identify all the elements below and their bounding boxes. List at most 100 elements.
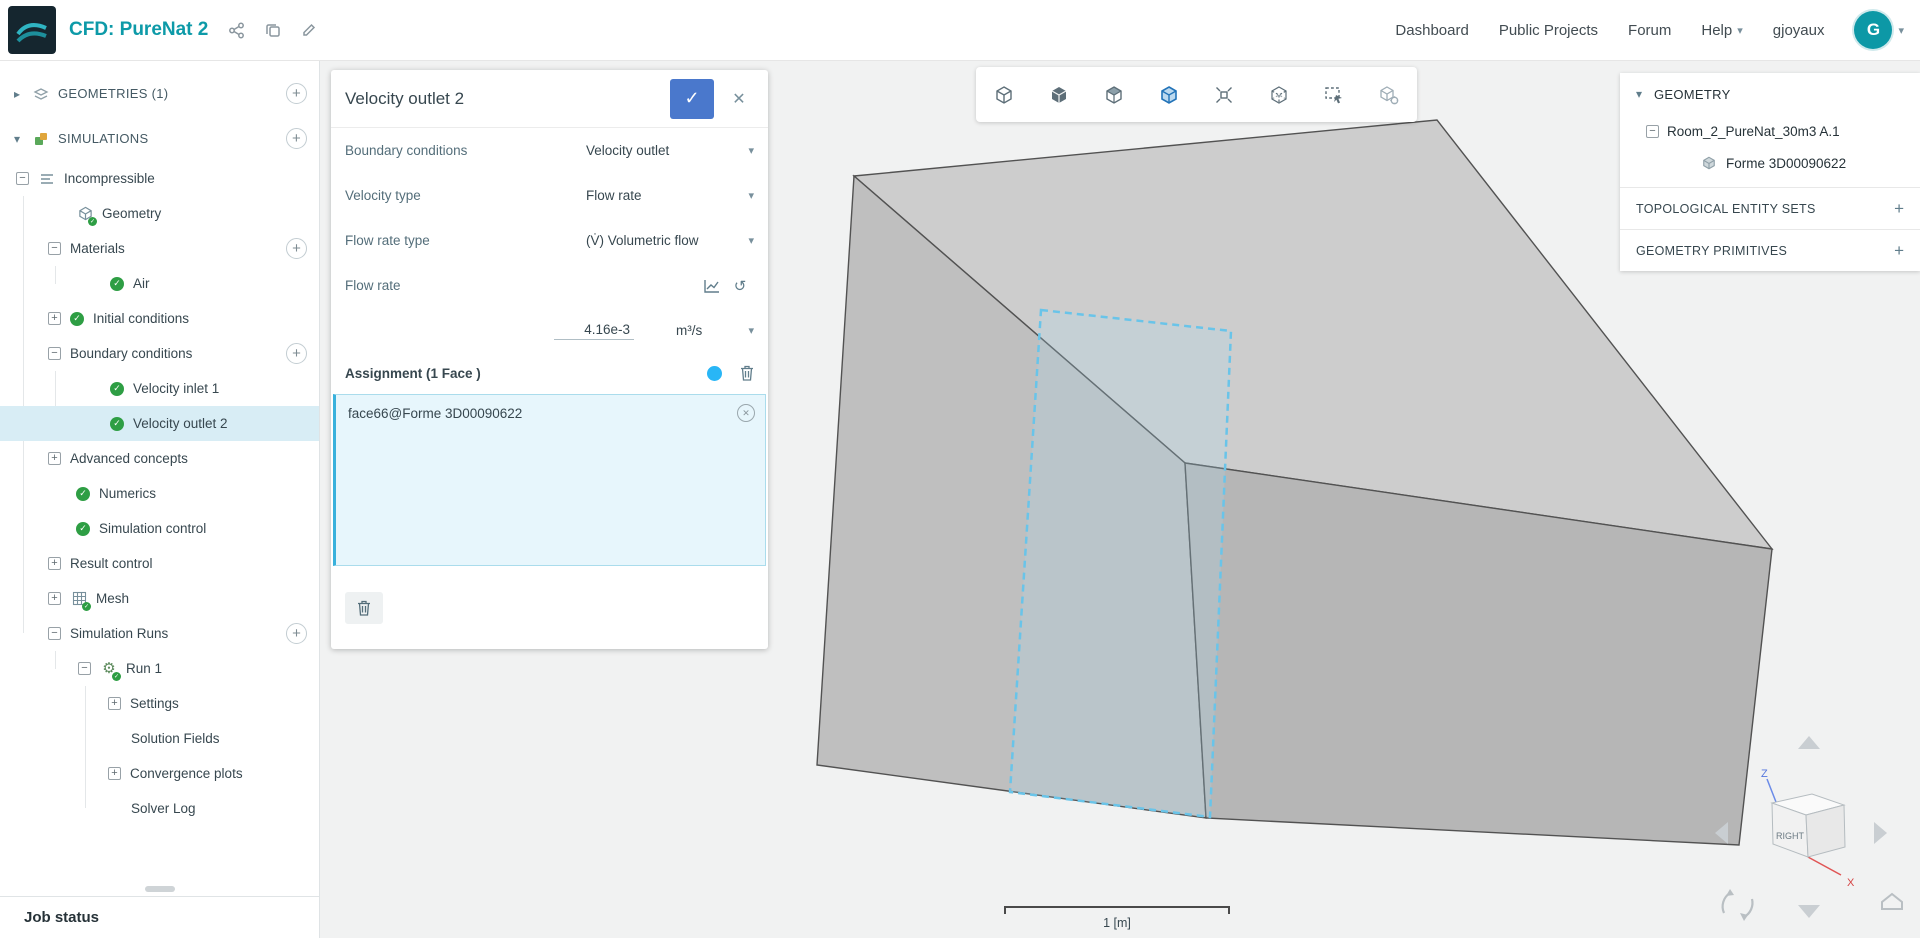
incompressible-icon (38, 170, 56, 188)
sidebar-item-velocity-inlet-1[interactable]: Velocity inlet 1 (0, 371, 319, 406)
sidebar-section-geometries[interactable]: GEOMETRIES (1) (0, 71, 319, 116)
toolbar-solid-view-icon[interactable] (1047, 83, 1071, 107)
gizmo-up-arrow-icon[interactable] (1798, 736, 1820, 749)
close-panel-button[interactable] (724, 84, 754, 114)
sidebar-item-settings[interactable]: Settings (0, 686, 319, 721)
sidebar-item-solver-log[interactable]: Solver Log (0, 791, 319, 826)
app-logo[interactable] (8, 6, 56, 54)
toolbar-hidden-line-view-icon[interactable] (1102, 83, 1126, 107)
expand-toggle-icon[interactable] (48, 452, 61, 465)
flow-rate-input[interactable] (554, 320, 634, 340)
section-label: TOPOLOGICAL ENTITY SETS (1636, 201, 1816, 216)
delete-boundary-condition-button[interactable] (345, 591, 383, 624)
expand-toggle-icon[interactable] (48, 592, 61, 605)
table-input-icon[interactable] (698, 273, 726, 299)
expand-toggle-icon[interactable] (48, 557, 61, 570)
toolbar-surfaces-edges-view-icon[interactable] (1157, 83, 1181, 107)
sidebar-item-advanced-concepts[interactable]: Advanced concepts (0, 441, 319, 476)
nav-forum[interactable]: Forum (1628, 22, 1671, 39)
toolbar-explode-view-icon[interactable] (1212, 83, 1236, 107)
nav-dashboard[interactable]: Dashboard (1395, 22, 1468, 39)
chevron-down-icon (14, 132, 24, 146)
topological-entity-sets-section[interactable]: TOPOLOGICAL ENTITY SETS (1620, 187, 1920, 229)
tree-item-label: Simulation Runs (70, 626, 169, 641)
nav-username[interactable]: gjoyaux (1773, 22, 1825, 39)
collapse-toggle-icon[interactable] (48, 627, 61, 640)
add-entity-set-button[interactable] (1894, 199, 1904, 219)
geometry-child-label: Forme 3D00090622 (1726, 155, 1847, 171)
sidebar-item-numerics[interactable]: Numerics (0, 476, 319, 511)
job-status-bar[interactable]: Job status (0, 896, 319, 938)
sidebar-section-simulations[interactable]: SIMULATIONS (0, 116, 319, 161)
collapse-toggle-icon[interactable] (1646, 124, 1659, 138)
sidebar-item-geometry[interactable]: Geometry (0, 196, 319, 231)
remove-face-icon[interactable] (737, 404, 755, 422)
sidebar-item-velocity-outlet-2[interactable]: Velocity outlet 2 (0, 406, 319, 441)
collapse-toggle-icon[interactable] (48, 242, 61, 255)
add-geometry-button[interactable] (286, 83, 307, 104)
share-project-icon[interactable] (228, 22, 245, 39)
clear-assignment-trash-icon[interactable] (740, 365, 754, 381)
sidebar-item-simulation-control[interactable]: Simulation control (0, 511, 319, 546)
sidebar-item-air[interactable]: Air (0, 266, 319, 301)
field-flow-rate: Flow rate (331, 263, 768, 308)
selection-mode-toggle[interactable] (707, 365, 722, 381)
section-label: GEOMETRIES (1) (58, 86, 169, 101)
add-material-button[interactable] (286, 238, 307, 259)
account-menu[interactable]: G (1854, 11, 1904, 49)
geometry-panel-header[interactable]: GEOMETRY (1620, 73, 1920, 115)
flow-rate-type-select[interactable]: (V̇) Volumetric flow (586, 233, 754, 248)
rename-project-icon[interactable] (301, 22, 317, 38)
tree-item-label: Solver Log (131, 801, 196, 816)
expand-toggle-icon[interactable] (48, 312, 61, 325)
toolbar-box-select-icon[interactable] (1322, 83, 1346, 107)
field-velocity-type: Velocity type Flow rate (331, 173, 768, 218)
toolbar-view-cube-icon[interactable] (992, 83, 1016, 107)
gizmo-home-icon[interactable] (1881, 892, 1903, 910)
gizmo-right-arrow-icon[interactable] (1874, 822, 1887, 844)
boundary-conditions-select[interactable]: Velocity outlet (586, 143, 754, 158)
velocity-type-select[interactable]: Flow rate (586, 188, 754, 203)
sidebar-item-solution-fields[interactable]: Solution Fields (0, 721, 319, 756)
sidebar-item-initial-conditions[interactable]: Initial conditions (0, 301, 319, 336)
sidebar-item-result-control[interactable]: Result control (0, 546, 319, 581)
add-primitive-button[interactable] (1894, 241, 1904, 261)
toolbar-render-settings-icon[interactable] (1377, 83, 1401, 107)
gizmo-cube[interactable]: RIGHT Z X (1761, 768, 1855, 889)
expand-toggle-icon[interactable] (108, 767, 121, 780)
expand-toggle-icon[interactable] (108, 697, 121, 710)
toolbar-transparent-view-icon[interactable] (1267, 83, 1291, 107)
add-run-button[interactable] (286, 623, 307, 644)
unit-select[interactable]: m³/s (676, 323, 754, 338)
gizmo-down-arrow-icon[interactable] (1798, 905, 1820, 918)
gizmo-rotate-icon[interactable] (1721, 889, 1754, 921)
selected-outlet-face-highlight[interactable] (1008, 308, 1233, 819)
gizmo-face-label[interactable]: RIGHT (1776, 831, 1805, 841)
geometry-primitives-section[interactable]: GEOMETRY PRIMITIVES (1620, 229, 1920, 271)
sidebar-item-mesh[interactable]: Mesh (0, 581, 319, 616)
simulation-tree-sidebar: GEOMETRIES (1) SIMULATIONS Incompressibl… (0, 61, 320, 938)
sidebar-item-simulation-runs[interactable]: Simulation Runs (0, 616, 319, 651)
sidebar-resize-handle[interactable] (145, 886, 175, 892)
assignment-list[interactable]: face66@Forme 3D00090622 (333, 394, 766, 566)
assigned-face-item[interactable]: face66@Forme 3D00090622 (348, 406, 753, 421)
sidebar-item-incompressible[interactable]: Incompressible (0, 161, 319, 196)
add-boundary-condition-button[interactable] (286, 343, 307, 364)
nav-help[interactable]: Help (1701, 22, 1742, 39)
collapse-toggle-icon[interactable] (48, 347, 61, 360)
add-simulation-button[interactable] (286, 128, 307, 149)
sidebar-item-convergence-plots[interactable]: Convergence plots (0, 756, 319, 791)
sidebar-item-boundary-conditions[interactable]: Boundary conditions (0, 336, 319, 371)
collapse-toggle-icon[interactable] (16, 172, 29, 185)
copy-project-icon[interactable] (265, 22, 281, 38)
nav-public-projects[interactable]: Public Projects (1499, 22, 1598, 39)
chevron-down-icon (1898, 24, 1904, 37)
collapse-toggle-icon[interactable] (78, 662, 91, 675)
sidebar-item-run-1[interactable]: Run 1 (0, 651, 319, 686)
avatar[interactable]: G (1854, 11, 1893, 49)
sidebar-item-materials[interactable]: Materials (0, 231, 319, 266)
reset-value-icon[interactable] (726, 273, 754, 299)
apply-button[interactable] (670, 78, 714, 119)
geometry-child-item[interactable]: Forme 3D00090622 (1620, 147, 1920, 179)
geometry-root-item[interactable]: Room_2_PureNat_30m3 A.1 (1620, 115, 1920, 147)
